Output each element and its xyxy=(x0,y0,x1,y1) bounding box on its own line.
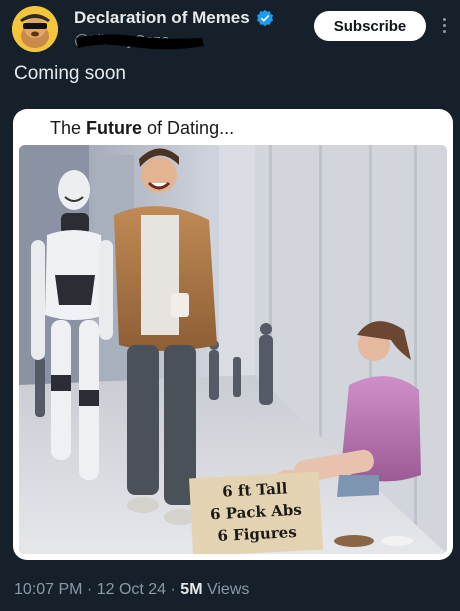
tweet-header: Declaration of Memes @LibertyCons Subscr… xyxy=(0,0,460,58)
caption-suffix: of Dating... xyxy=(142,118,235,138)
views-count[interactable]: 5M xyxy=(180,581,202,598)
handle-redaction xyxy=(76,34,204,50)
sign-line-3: 6 Figures xyxy=(216,522,298,546)
meta-separator: · xyxy=(166,581,181,598)
tweet-text: Coming soon xyxy=(14,63,126,84)
meta-separator: · xyxy=(82,581,97,598)
caption-bold: Future xyxy=(86,118,143,138)
caption-prefix: The xyxy=(50,118,87,138)
sign-line-1: 6 ft Tall xyxy=(221,479,288,501)
tweet-meta: 10:07 PM · 12 Oct 24 · 5M Views xyxy=(14,581,249,599)
verified-badge-icon xyxy=(256,9,273,27)
meme-avatar-icon xyxy=(12,6,58,52)
meme-caption: The Future of Dating... xyxy=(50,118,234,139)
tweet-media[interactable]: The Future of Dating... 6 ft Tall 6 Pack… xyxy=(13,109,453,560)
cardboard-sign: 6 ft Tall 6 Pack Abs 6 Figures xyxy=(189,472,323,554)
more-options-icon[interactable] xyxy=(436,12,452,38)
subscribe-button[interactable]: Subscribe xyxy=(314,11,426,41)
avatar[interactable] xyxy=(12,6,58,52)
sign-line-2: 6 Pack Abs xyxy=(209,500,303,524)
tweet-time[interactable]: 10:07 PM xyxy=(14,581,82,598)
tweet-date[interactable]: 12 Oct 24 xyxy=(97,581,166,598)
display-name[interactable]: Declaration of Memes xyxy=(74,8,250,28)
views-label: Views xyxy=(202,581,250,598)
meme-photo: 6 ft Tall 6 Pack Abs 6 Figures xyxy=(19,145,447,554)
